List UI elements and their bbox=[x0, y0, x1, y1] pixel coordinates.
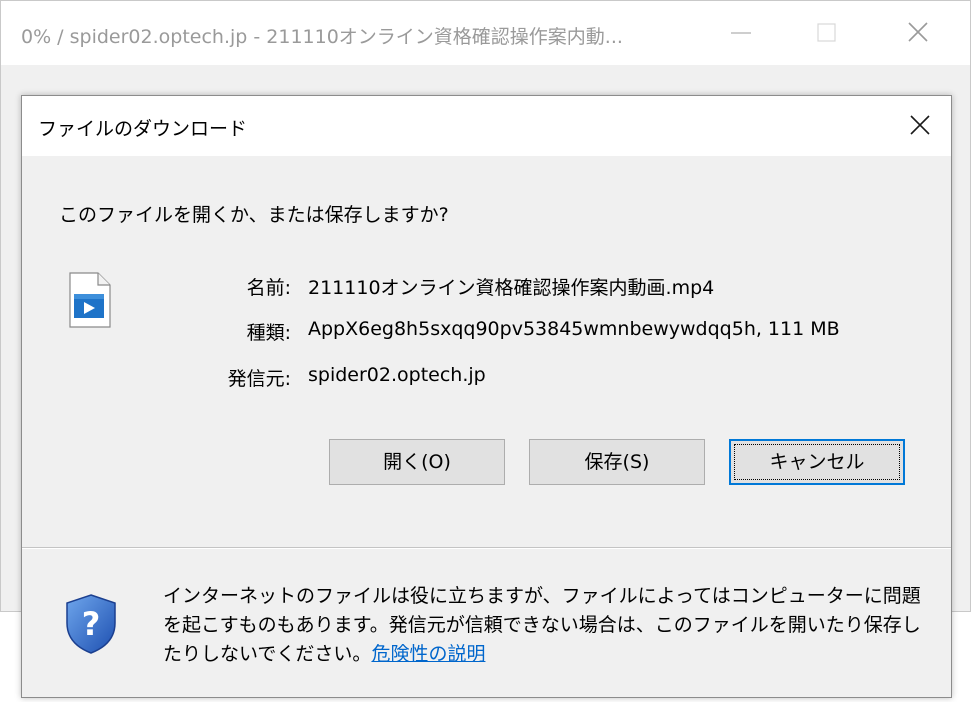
security-warning-text: インターネットのファイルは役に立ちますが、ファイルによってはコンピューターに問題… bbox=[163, 585, 921, 665]
video-file-icon bbox=[68, 272, 112, 328]
dialog-title: ファイルのダウンロード bbox=[38, 118, 248, 140]
maximize-icon[interactable] bbox=[804, 15, 848, 51]
background-window-title: 0% / spider02.optech.jp - 211110オンライン資格確… bbox=[21, 26, 623, 48]
dialog-titlebar: ファイルのダウンロード bbox=[22, 96, 951, 156]
dialog-close-icon[interactable] bbox=[898, 108, 942, 144]
file-type-value: AppX6eg8h5sxqq90pv53845wmnbewywdqq5h, 11… bbox=[308, 318, 840, 340]
file-source-label: 発信元: bbox=[227, 368, 291, 390]
focus-ring bbox=[734, 444, 900, 480]
dialog-question: このファイルを開くか、または保存しますか? bbox=[59, 204, 449, 226]
risk-explanation-link[interactable]: 危険性の説明 bbox=[371, 643, 485, 665]
svg-text:?: ? bbox=[82, 605, 101, 643]
file-name-label: 名前: bbox=[246, 277, 291, 299]
file-source-value: spider02.optech.jp bbox=[308, 364, 486, 386]
file-type-label: 種類: bbox=[246, 322, 291, 344]
background-close-icon[interactable] bbox=[896, 15, 940, 51]
file-download-dialog: ファイルのダウンロード このファイルを開くか、または保存しますか? 名前: 21… bbox=[21, 95, 952, 698]
divider-highlight bbox=[22, 548, 951, 549]
security-shield-icon: ? bbox=[64, 593, 118, 655]
security-warning: インターネットのファイルは役に立ちますが、ファイルによってはコンピューターに問題… bbox=[163, 582, 933, 669]
file-name-value: 211110オンライン資格確認操作案内動画.mp4 bbox=[308, 277, 715, 299]
cancel-button[interactable]: キャンセル bbox=[729, 439, 905, 485]
save-button[interactable]: 保存(S) bbox=[529, 439, 705, 485]
minimize-icon[interactable] bbox=[719, 15, 763, 51]
open-button[interactable]: 開く(O) bbox=[329, 439, 505, 485]
background-titlebar: 0% / spider02.optech.jp - 211110オンライン資格確… bbox=[1, 1, 970, 65]
